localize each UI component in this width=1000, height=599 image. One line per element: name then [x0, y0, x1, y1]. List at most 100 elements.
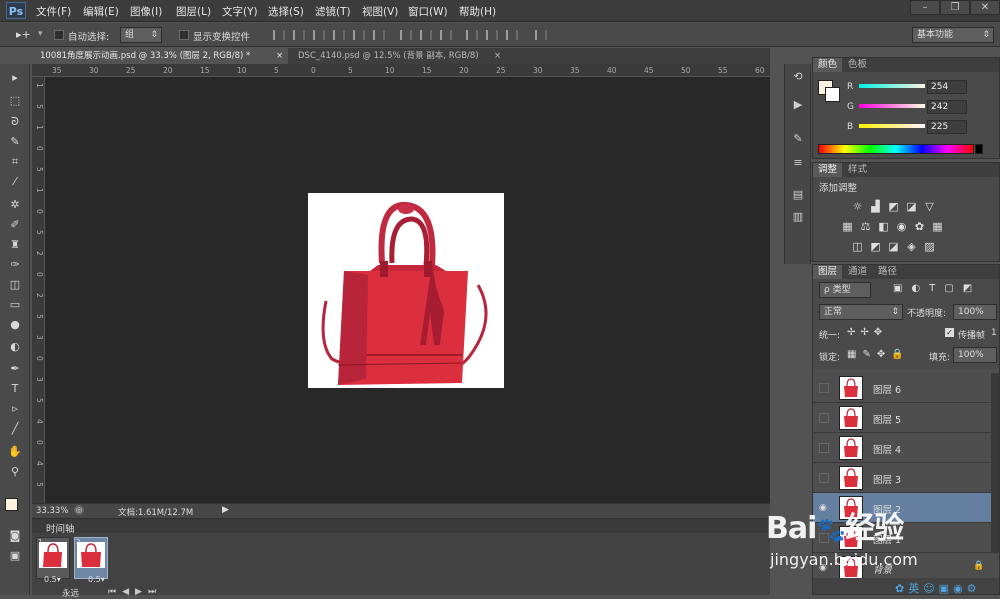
clone-source-icon[interactable]: ▤ — [791, 188, 805, 202]
blur-tool-icon[interactable]: ● — [6, 317, 24, 333]
type-tool-icon[interactable]: T — [6, 381, 24, 397]
layer-filter-dropdown[interactable]: ρ 类型 — [819, 282, 871, 298]
history-icon[interactable]: ⟲ — [791, 70, 805, 84]
timeline-title[interactable]: 时间轴 — [46, 521, 75, 535]
layers-scrollbar[interactable] — [991, 373, 999, 553]
close-icon[interactable]: ✕ — [970, 0, 1000, 15]
zoom-tool-icon[interactable]: ⚲ — [6, 464, 24, 480]
tab-close-icon[interactable]: × — [494, 48, 501, 64]
brush-presets-icon[interactable]: ≡ — [791, 156, 805, 170]
vibrance-icon[interactable]: ▽ — [923, 201, 936, 212]
tab-document[interactable]: DSC_4140.psd @ 12.5% (背景 副本, RGB/8) × — [290, 48, 504, 64]
quick-mask-icon[interactable]: ◙ — [6, 528, 24, 544]
crop-tool-icon[interactable]: ⌗ — [6, 154, 24, 170]
move-tool-icon[interactable]: ▸+ — [16, 28, 31, 41]
b-slider[interactable] — [859, 124, 925, 128]
brush-tool-icon[interactable]: ✐ — [6, 217, 24, 233]
tab-swatches[interactable]: 色板 — [843, 58, 872, 72]
black-white-icon[interactable]: ◧ — [877, 221, 890, 232]
menu-window[interactable]: 窗口(W) — [408, 4, 448, 19]
restore-icon[interactable]: ❐ — [940, 0, 970, 15]
menu-layer[interactable]: 图层(L) — [176, 4, 211, 19]
menu-filter[interactable]: 滤镜(T) — [315, 4, 351, 19]
g-slider[interactable] — [859, 104, 925, 108]
footer-icons[interactable]: ✿英☺▣◉⚙ — [895, 580, 981, 594]
eraser-tool-icon[interactable]: ◫ — [6, 277, 24, 293]
invert-icon[interactable]: ◫ — [851, 241, 864, 252]
healing-brush-icon[interactable]: ✲ — [6, 197, 24, 213]
fill-input[interactable]: 100% — [953, 347, 997, 363]
status-menu-arrow-icon[interactable]: ▶ — [222, 505, 229, 515]
lasso-tool-icon[interactable]: ᘐ — [6, 114, 24, 130]
layer-row[interactable]: 图层 6 — [813, 373, 999, 403]
levels-icon[interactable]: ▟ — [869, 201, 882, 212]
r-input[interactable]: 254 — [927, 80, 967, 94]
menu-edit[interactable]: 编辑(E) — [83, 4, 119, 19]
distribute-vcenter-icon[interactable] — [420, 30, 432, 40]
history-brush-icon[interactable]: ✑ — [6, 257, 24, 273]
share-icon[interactable]: ◎ — [74, 505, 84, 515]
tab-channels[interactable]: 通道 — [843, 265, 872, 279]
color-spectrum-bar[interactable] — [818, 144, 974, 154]
posterize-icon[interactable]: ◩ — [869, 241, 882, 252]
move-tool-icon[interactable]: ▸ — [6, 70, 24, 86]
exposure-icon[interactable]: ◪ — [905, 201, 918, 212]
show-transform-checkbox[interactable] — [179, 30, 189, 40]
dodge-tool-icon[interactable]: ◐ — [6, 339, 24, 355]
brush-icon[interactable]: ✎ — [791, 132, 805, 146]
clone-stamp-icon[interactable]: ♜ — [6, 237, 24, 253]
tab-close-icon[interactable]: × — [276, 48, 283, 64]
screen-mode-icon[interactable]: ▣ — [6, 548, 24, 564]
b-input[interactable]: 225 — [927, 120, 967, 134]
auto-select-checkbox[interactable] — [54, 30, 64, 40]
menu-help[interactable]: 帮助(H) — [459, 4, 496, 19]
animation-frame-2[interactable]: 2 — [74, 537, 108, 579]
menu-view[interactable]: 视图(V) — [362, 4, 398, 19]
visibility-toggle[interactable] — [819, 443, 829, 453]
distribute-bottom-icon[interactable] — [440, 30, 452, 40]
menu-type[interactable]: 文字(Y) — [222, 4, 258, 19]
g-input[interactable]: 242 — [927, 100, 967, 114]
line-tool-icon[interactable]: ╱ — [6, 421, 24, 437]
gradient-map-icon[interactable]: ◈ — [905, 241, 918, 252]
align-right-icon[interactable] — [373, 30, 385, 40]
layer-row[interactable]: 图层 3 — [813, 463, 999, 493]
unify-icons[interactable]: ✢✢✥ — [847, 327, 887, 338]
tab-color[interactable]: 颜色 — [813, 58, 843, 72]
tool-preset-arrow-icon[interactable]: ▾ — [38, 29, 43, 39]
tab-layers[interactable]: 图层 — [813, 265, 843, 279]
photo-filter-icon[interactable]: ◉ — [895, 221, 908, 232]
visibility-toggle[interactable] — [819, 383, 829, 393]
properties-icon[interactable]: ▥ — [791, 210, 805, 224]
channel-mixer-icon[interactable]: ✿ — [913, 221, 926, 232]
menu-file[interactable]: 文件(F) — [36, 4, 71, 19]
r-slider[interactable] — [859, 84, 925, 88]
path-select-icon[interactable]: ▹ — [6, 401, 24, 417]
layer-row[interactable]: 图层 5 — [813, 403, 999, 433]
menu-select[interactable]: 选择(S) — [268, 4, 304, 19]
workspace-dropdown[interactable]: 基本功能 ⇕ — [912, 27, 994, 43]
align-top-icon[interactable] — [273, 30, 285, 40]
foreground-color-swatch[interactable] — [5, 498, 18, 511]
selective-color-icon[interactable]: ▨ — [923, 241, 936, 252]
hue-saturation-icon[interactable]: ▦ — [841, 221, 854, 232]
layer-row[interactable]: 图层 4 — [813, 433, 999, 463]
quick-select-tool-icon[interactable]: ✎ — [6, 134, 24, 150]
distribute-hcenter-icon[interactable] — [486, 30, 498, 40]
visibility-toggle[interactable] — [819, 473, 829, 483]
tab-paths[interactable]: 路径 — [873, 265, 902, 279]
frame-delay[interactable]: 0.5▾ — [88, 575, 105, 584]
animation-frame-1[interactable]: 1 — [36, 537, 70, 579]
background-color-swatch[interactable] — [825, 87, 840, 102]
hand-tool-icon[interactable]: ✋ — [6, 444, 24, 460]
actions-icon[interactable]: ▶ — [791, 98, 805, 112]
marquee-tool-icon[interactable]: ⬚ — [6, 93, 24, 109]
gradient-tool-icon[interactable]: ▭ — [6, 297, 24, 313]
align-hcenter-icon[interactable] — [353, 30, 365, 40]
brightness-icon[interactable]: ☼ — [851, 201, 864, 212]
layer-filter-icons[interactable]: ▣◐T▢◩ — [893, 283, 981, 294]
distribute-left-icon[interactable] — [466, 30, 478, 40]
auto-align-icon[interactable] — [535, 30, 547, 40]
auto-select-dropdown[interactable]: 组 ⇕ — [120, 27, 162, 43]
visibility-toggle[interactable] — [819, 413, 829, 423]
